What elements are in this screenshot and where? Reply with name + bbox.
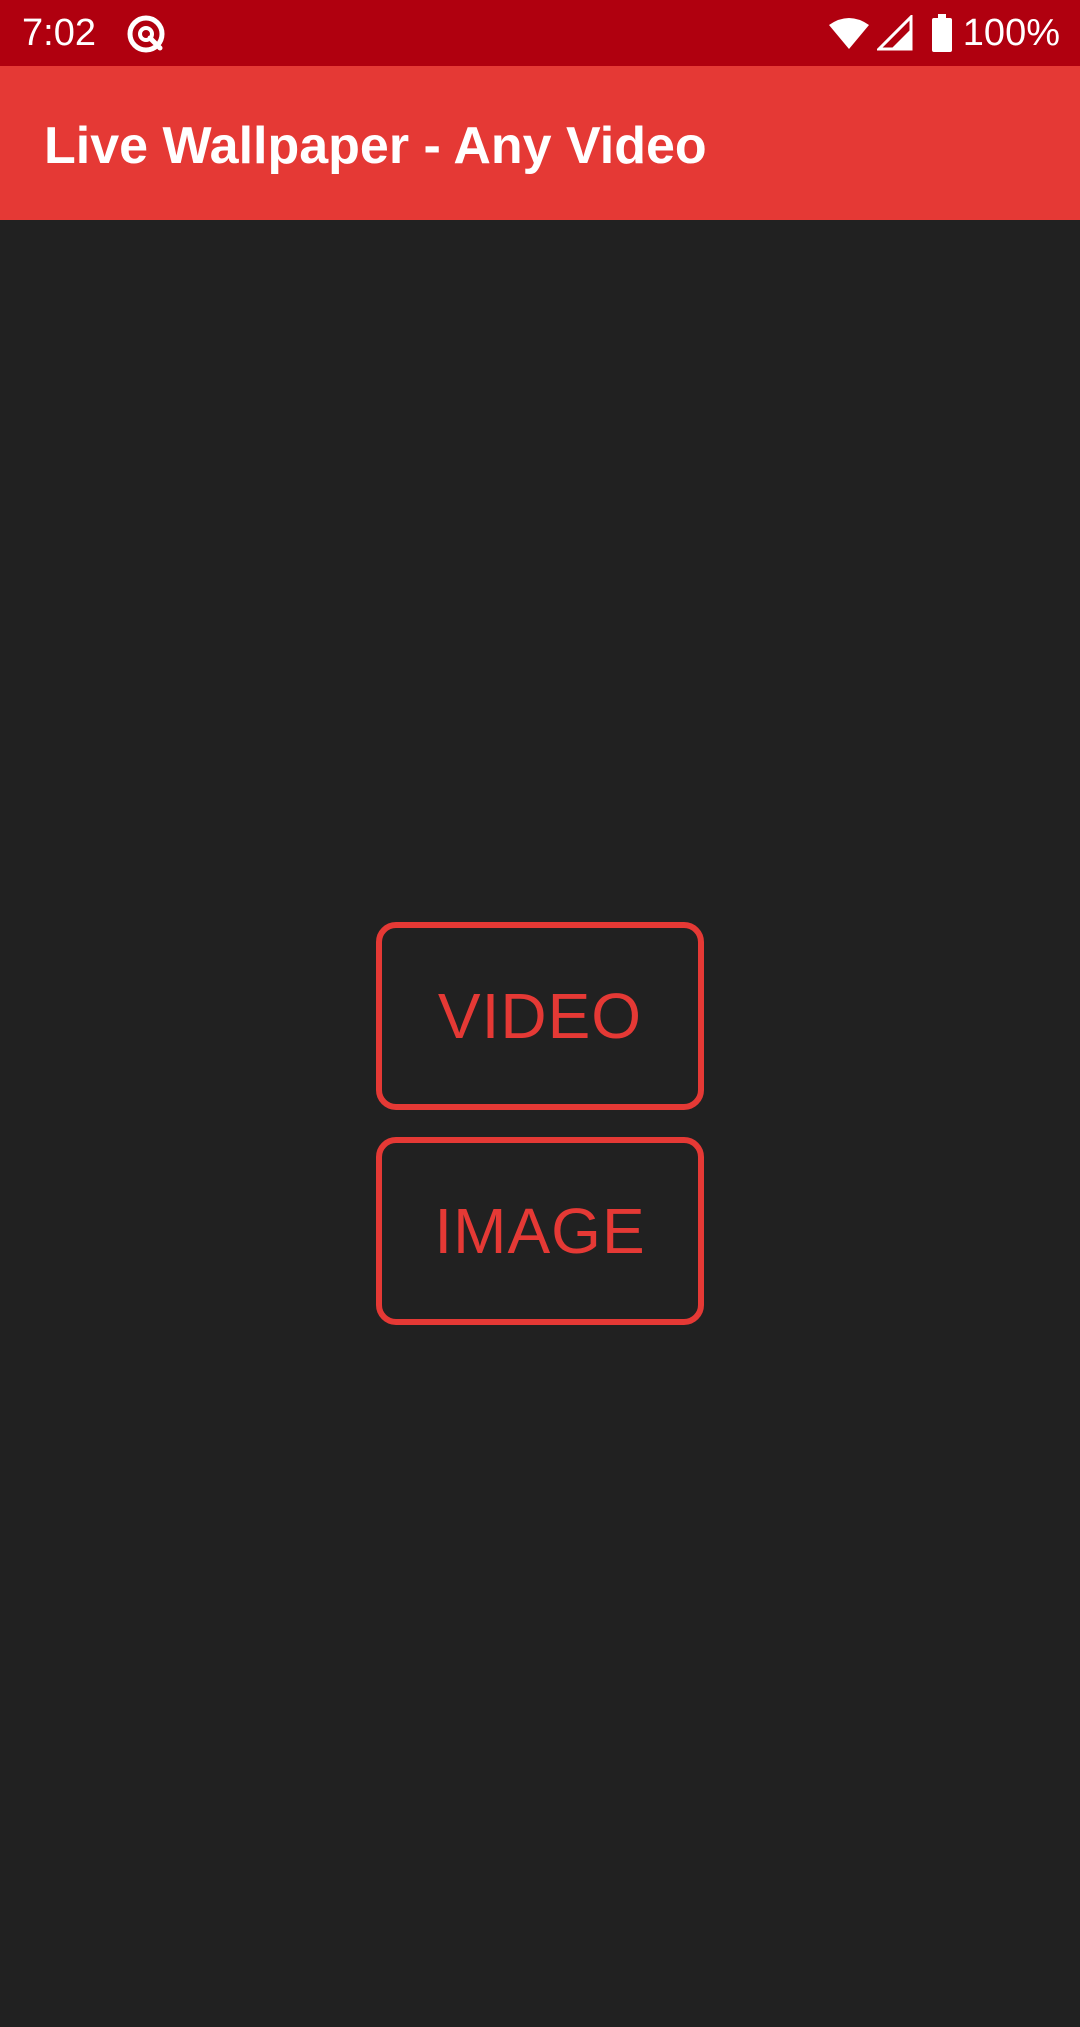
app-bar: Live Wallpaper - Any Video bbox=[0, 66, 1080, 220]
video-button[interactable]: VIDEO bbox=[376, 922, 704, 1110]
battery-icon bbox=[931, 14, 953, 52]
battery-percentage: 100% bbox=[962, 12, 1060, 54]
main-content: VIDEO IMAGE bbox=[0, 220, 1080, 2027]
app-notification-icon bbox=[126, 14, 166, 54]
status-bar: 7:02 100% bbox=[0, 0, 1080, 66]
signal-icon bbox=[875, 13, 913, 51]
status-time: 7:02 bbox=[22, 12, 96, 54]
app-title: Live Wallpaper - Any Video bbox=[44, 117, 707, 175]
wifi-icon bbox=[827, 15, 871, 51]
image-button[interactable]: IMAGE bbox=[376, 1137, 704, 1325]
status-icons: 100% bbox=[827, 10, 1060, 56]
